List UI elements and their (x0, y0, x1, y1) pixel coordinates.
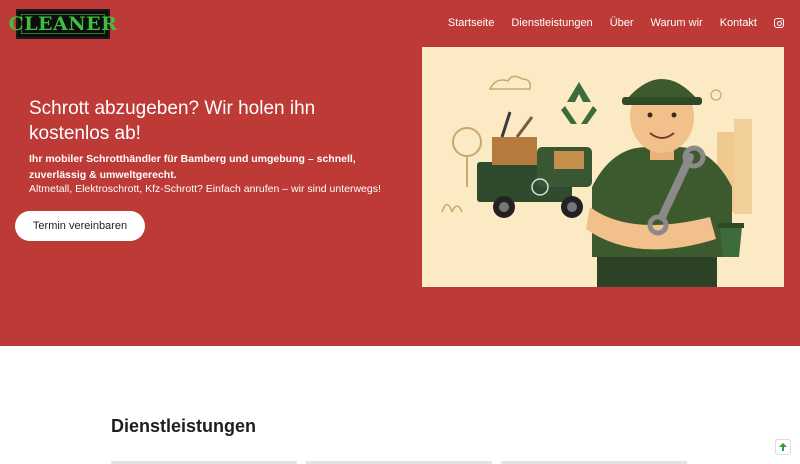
hero-subline-bold: Ihr mobiler Schrotthändler für Bamberg u… (29, 153, 356, 181)
building-shape (734, 119, 752, 214)
hero-subline: Altmetall, Elektroschrott, Kfz-Schrott? … (29, 183, 381, 195)
hero-illustration (422, 47, 784, 287)
nav-dienstleistungen[interactable]: Dienstleistungen (511, 17, 592, 29)
scroll-to-top-button[interactable] (775, 439, 791, 455)
appointment-button[interactable]: Termin vereinbaren (15, 211, 145, 241)
sun-icon (710, 89, 722, 101)
nav-warum-wir[interactable]: Warum wir (651, 17, 703, 29)
plant-icon (441, 203, 463, 213)
scrap-dealer-illustration (441, 75, 752, 287)
services-title: Dienstleistungen (111, 416, 257, 436)
hero-headline: Schrott abzugeben? Wir holen ihn kostenl… (29, 98, 316, 144)
nav-ueber[interactable]: Über (610, 17, 634, 29)
logo[interactable]: CLEANER (9, 9, 117, 39)
recycle-icon (561, 82, 597, 124)
worker-figure (586, 79, 732, 287)
main-nav: Startseite Dienstleistungen Über Warum w… (431, 17, 784, 29)
nav-kontakt[interactable]: Kontakt (720, 17, 757, 29)
logo-text: CLEANER (8, 13, 118, 35)
hero-section: CLEANER Startseite Dienstleistungen Über… (0, 0, 800, 346)
nav-startseite[interactable]: Startseite (448, 17, 494, 29)
instagram-icon[interactable] (774, 18, 784, 28)
tree-icon (452, 127, 482, 157)
truck-icon (477, 111, 592, 218)
cloud-icon (488, 75, 532, 90)
arrow-up-icon (779, 443, 787, 451)
